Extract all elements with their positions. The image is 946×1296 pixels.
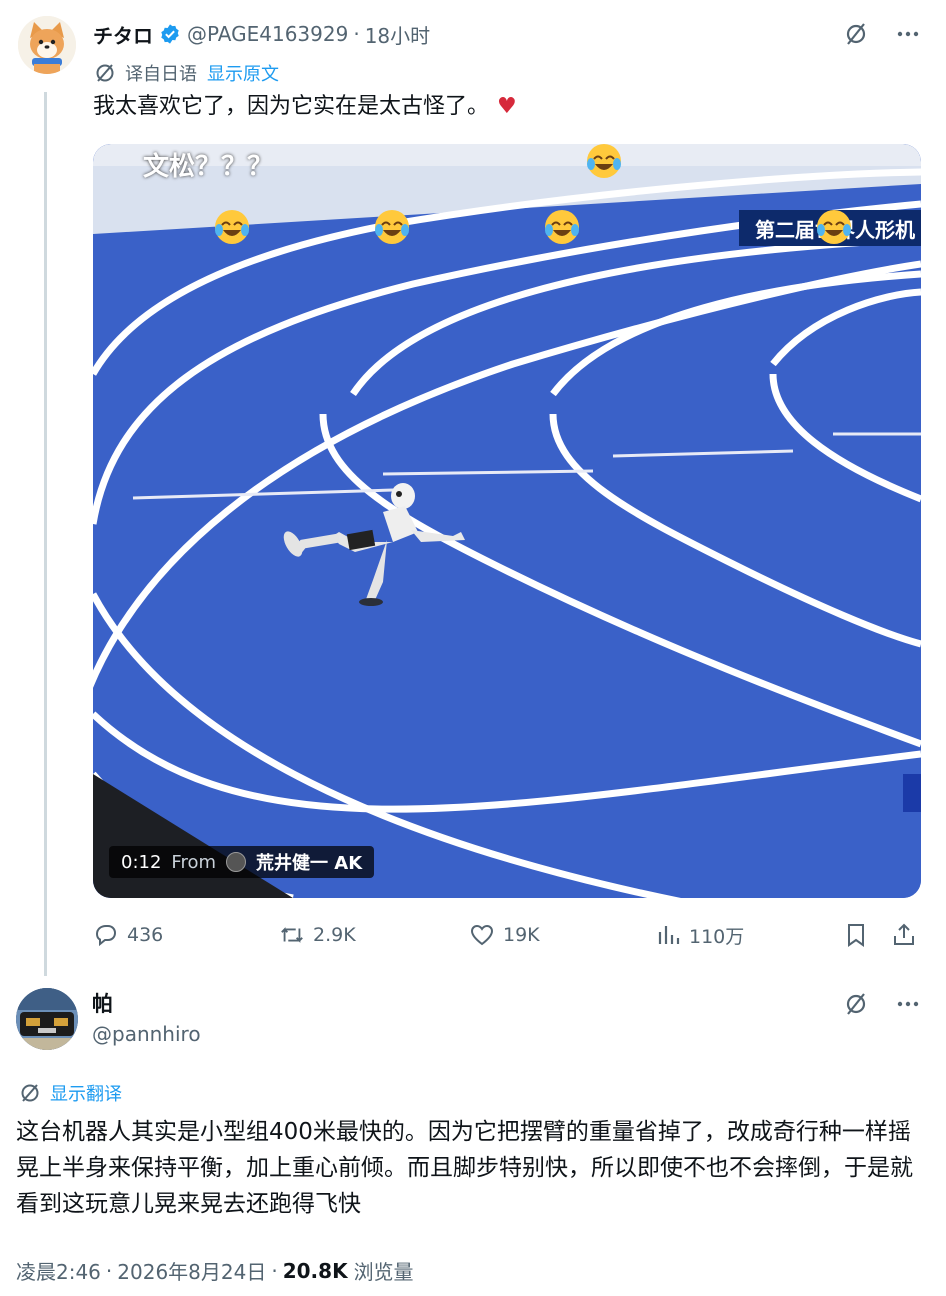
translate-icon — [93, 61, 117, 85]
reply-button[interactable]: 436 — [93, 918, 163, 952]
thread-connector-line — [44, 92, 47, 976]
repost-button[interactable]: 2.9K — [279, 918, 356, 952]
translation-row: 译自日语 显示原文 — [93, 60, 279, 86]
reply-author-handle[interactable]: @pannhiro — [92, 1022, 201, 1046]
translated-from-label: 译自日语 — [125, 64, 197, 85]
reply-icon — [93, 922, 119, 948]
views-count: 110万 — [689, 925, 745, 948]
reply-author-name[interactable]: 帕 — [92, 988, 113, 1018]
avatar[interactable] — [16, 988, 78, 1050]
verified-badge-icon — [159, 23, 181, 45]
views-button[interactable]: 110万 — [655, 918, 744, 952]
reply-meta: 凌晨2:46 · 2026年8月24日 · 20.8K 浏览量 — [16, 1256, 414, 1285]
reply-time[interactable]: 凌晨2:46 — [16, 1256, 101, 1285]
avatar[interactable] — [18, 16, 76, 74]
more-options-icon[interactable] — [894, 990, 922, 1018]
author-handle[interactable]: @PAGE4163929 — [187, 22, 348, 46]
video-player[interactable]: 文松？？？ 第二届世界人形机 0:12 From 荒井健一 AK — [93, 144, 921, 898]
reply-date[interactable]: 2026年8月24日 — [117, 1256, 266, 1285]
heart-icon — [469, 922, 495, 948]
car-photo-icon — [16, 988, 78, 1050]
tears-of-joy-emoji-icon — [215, 210, 249, 244]
show-translation-link[interactable]: 显示翻译 — [18, 1080, 122, 1106]
tears-of-joy-emoji-icon — [545, 210, 579, 244]
video-from-label: From — [171, 851, 217, 873]
bookmark-button[interactable] — [843, 918, 877, 952]
share-button[interactable] — [891, 918, 925, 952]
share-icon — [891, 922, 917, 948]
reply-views-label: 浏览量 — [353, 1260, 414, 1284]
author-name[interactable]: チタロ — [93, 20, 153, 49]
shiba-dog-icon — [18, 16, 76, 74]
show-translation-label[interactable]: 显示翻译 — [50, 1080, 122, 1106]
separator-dot: · — [271, 1258, 278, 1283]
tweet-body: 我太喜欢它了，因为它实在是太古怪了。 — [93, 94, 490, 119]
grok-icon[interactable] — [842, 20, 870, 48]
grok-icon[interactable] — [842, 990, 870, 1018]
red-heart-emoji: ♥ — [497, 94, 517, 119]
reply-views-count: 20.8K — [282, 1258, 348, 1283]
reply-text: 这台机器人其实是小型组400米最快的。因为它把摆臂的重量省掉了，改成奇行种一样摇… — [16, 1119, 913, 1217]
video-overlay-caption: 文松？？？ — [143, 152, 274, 182]
repost-count: 2.9K — [313, 924, 356, 946]
video-source-name[interactable]: 荒井健一 AK — [256, 849, 362, 875]
tweet-top-actions — [842, 20, 922, 48]
more-options-icon[interactable] — [894, 20, 922, 48]
reply-top-actions — [842, 990, 922, 1018]
tears-of-joy-emoji-icon — [375, 210, 409, 244]
like-count: 19K — [503, 924, 540, 946]
separator-dot: · — [353, 22, 360, 46]
translate-icon — [18, 1081, 42, 1105]
video-timestamp: 0:12 — [121, 851, 162, 873]
separator-dot: · — [105, 1258, 113, 1283]
bookmark-icon — [843, 922, 869, 948]
tears-of-joy-emoji-icon — [587, 144, 621, 178]
tears-of-joy-emoji-icon — [817, 210, 851, 244]
repost-icon — [279, 922, 305, 948]
like-button[interactable]: 19K — [469, 918, 540, 952]
analytics-bar-icon — [655, 922, 681, 948]
tweet-text: 我太喜欢它了，因为它实在是太古怪了。 ♥ — [93, 92, 517, 122]
video-info-badge[interactable]: 0:12 From 荒井健一 AK — [109, 846, 375, 878]
tweet-action-bar: 436 2.9K 19K 110万 — [93, 918, 921, 952]
running-track-scene — [93, 144, 921, 898]
source-avatar — [226, 852, 247, 872]
tweet-time[interactable]: 18小时 — [365, 20, 430, 49]
reply-count: 436 — [127, 924, 164, 946]
show-original-link[interactable]: 显示原文 — [207, 60, 279, 86]
tweet-header: チタロ @PAGE4163929 · 18小时 — [93, 20, 430, 48]
